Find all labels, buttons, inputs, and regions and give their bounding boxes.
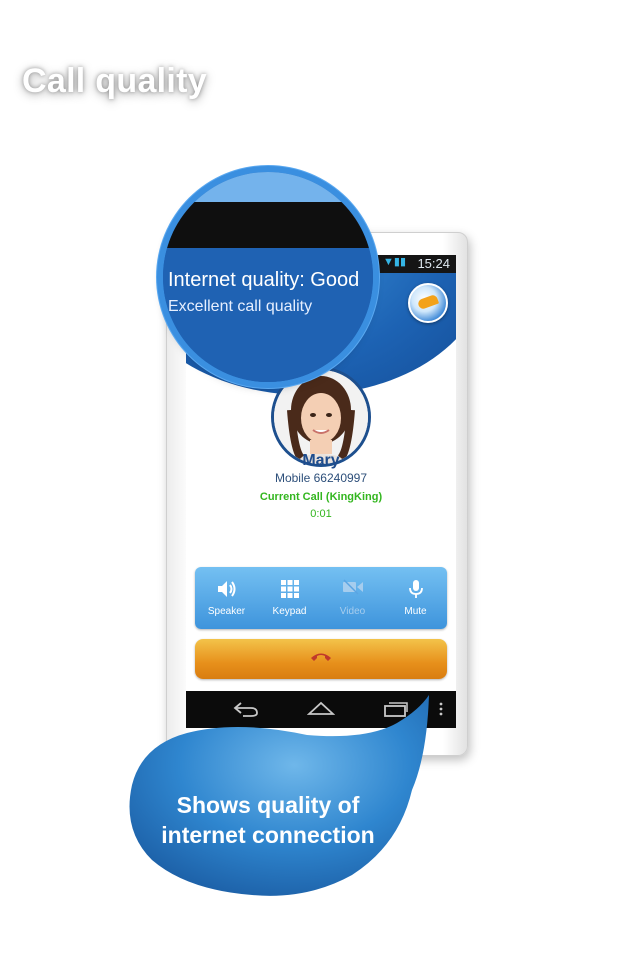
callout-text: Shows quality of internet connection	[148, 790, 388, 850]
internet-quality-title: Internet quality: Good	[168, 269, 360, 291]
call-status: Current Call (KingKing)	[259, 491, 383, 503]
keypad-icon	[280, 580, 299, 598]
video-button[interactable]: Video	[321, 567, 384, 629]
signal-icon: ▼▮▮	[383, 256, 406, 268]
keypad-label: Keypad	[272, 606, 307, 617]
mute-button[interactable]: Mute	[384, 567, 447, 629]
quality-magnifier: Internet quality: Good Excellent call qu…	[163, 172, 373, 382]
microphone-icon	[408, 580, 423, 598]
end-call-button[interactable]	[195, 639, 447, 679]
status-time: 15:24	[417, 256, 450, 271]
speaker-label: Speaker	[207, 606, 246, 617]
end-call-icon	[311, 653, 331, 661]
contact-number: Mobile 66240997	[274, 471, 368, 485]
keypad-button[interactable]: Keypad	[258, 567, 321, 629]
call-quality-subtitle: Excellent call quality	[168, 298, 313, 315]
mute-label: Mute	[404, 606, 427, 617]
page-headline: Call quality	[22, 62, 207, 100]
call-timer: 0:01	[310, 508, 332, 520]
speaker-button[interactable]: Speaker	[195, 567, 258, 629]
call-controls: Speaker Keypad Video Mute	[195, 567, 447, 629]
video-icon	[342, 579, 363, 595]
contact-name: Mary	[302, 452, 340, 469]
callout-line-2: internet connection	[161, 822, 375, 848]
app-logo	[408, 283, 448, 323]
video-label: Video	[339, 606, 366, 617]
callout-line-1: Shows quality of	[176, 792, 360, 818]
speaker-icon	[217, 581, 235, 597]
